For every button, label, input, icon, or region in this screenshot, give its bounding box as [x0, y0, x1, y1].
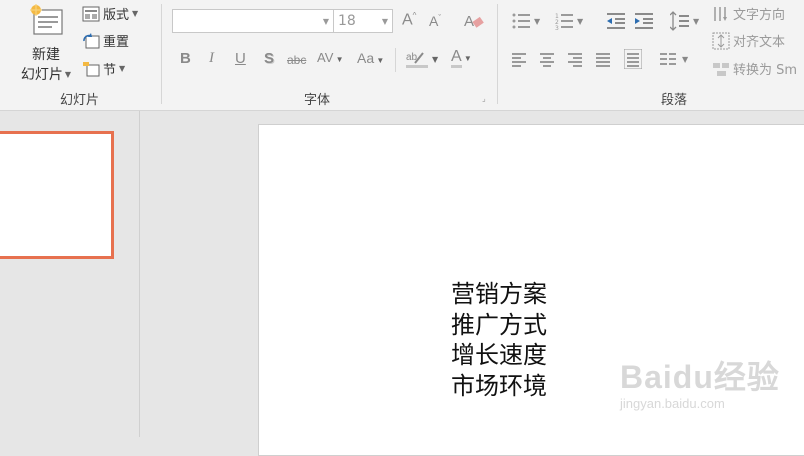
chevron-down-icon: ▼: [333, 55, 344, 64]
convert-smartart-label: 转换为 Sm: [733, 63, 798, 78]
align-text-button[interactable]: 对齐文本: [712, 31, 785, 50]
reset-label: 重置: [103, 35, 130, 50]
group-divider: [161, 4, 162, 104]
align-text-label: 对齐文本: [733, 35, 786, 50]
char-spacing-label: AV: [317, 50, 334, 65]
char-spacing-button[interactable]: AV ▼: [317, 50, 344, 65]
new-slide-label-1: 新建: [32, 47, 60, 63]
watermark-url: jingyan.baidu.com: [620, 396, 725, 411]
chevron-down-icon: ▼: [381, 17, 388, 26]
convert-smartart-button[interactable]: 转换为 Sm: [712, 59, 797, 78]
text-direction-label: 文字方向: [733, 8, 786, 23]
section-icon: [82, 61, 100, 77]
chevron-down-icon: ▼: [119, 64, 126, 73]
strikethrough-button[interactable]: abc: [287, 53, 306, 67]
line-spacing-icon[interactable]: ▼: [669, 11, 702, 35]
underline-button[interactable]: U: [235, 50, 246, 67]
distributed-icon[interactable]: [623, 48, 643, 73]
align-right-icon[interactable]: [568, 51, 584, 71]
paragraph-group-label: 段落: [661, 93, 688, 108]
svg-text:▼: ▼: [432, 55, 439, 64]
font-group-label: 字体: [304, 93, 331, 108]
numbering-icon[interactable]: 1 2 3 ▼: [555, 12, 587, 34]
text-direction-icon: [712, 5, 730, 23]
text-direction-button[interactable]: 文字方向: [712, 4, 785, 23]
shadow-button[interactable]: S: [264, 50, 274, 67]
align-left-icon[interactable]: [512, 51, 528, 71]
reset-icon: [82, 32, 100, 49]
slide-text-line: 营销方案: [451, 280, 547, 308]
chevron-down-icon: ▼: [461, 54, 472, 63]
grow-font-button[interactable]: A^: [402, 11, 416, 29]
bold-button[interactable]: B: [180, 50, 191, 67]
layout-button[interactable]: 版式 ▼: [82, 4, 138, 23]
highlight-icon[interactable]: ab ▼: [405, 48, 441, 70]
svg-text:3: 3: [555, 25, 559, 30]
svg-text:▼: ▼: [693, 17, 700, 26]
section-label: 节: [103, 63, 117, 78]
slide-text-box[interactable]: 营销方案 推广方式 增长速度 市场环境: [451, 279, 547, 401]
slides-group-label: 幻灯片: [60, 93, 100, 108]
change-case-button[interactable]: Aa ▼: [357, 50, 384, 66]
font-name-select[interactable]: ▼: [172, 9, 334, 33]
svg-text:▼: ▼: [682, 55, 689, 64]
svg-text:▼: ▼: [577, 17, 584, 26]
decrease-indent-icon[interactable]: [607, 12, 627, 34]
font-color-label: A: [451, 48, 462, 68]
font-size-value: 18: [338, 13, 356, 29]
font-dialog-launcher-icon[interactable]: ⌟: [482, 94, 486, 103]
section-button[interactable]: 节 ▼: [82, 59, 125, 78]
font-color-button[interactable]: A ▼: [451, 48, 472, 68]
change-case-label: Aa: [357, 50, 375, 66]
grow-font-label: A: [402, 11, 413, 29]
chevron-down-icon: ▼: [322, 17, 329, 26]
layout-icon: [82, 6, 100, 22]
chevron-down-icon: ▼: [132, 9, 139, 18]
shrink-font-label: A: [429, 13, 439, 29]
columns-icon[interactable]: ▼: [660, 51, 692, 71]
baidu-watermark: Baidu经验 jingyan.baidu.com: [620, 352, 780, 411]
group-divider: [497, 4, 498, 104]
svg-text:A: A: [464, 13, 474, 30]
svg-text:▼: ▼: [534, 17, 541, 26]
inner-divider: [395, 48, 396, 72]
align-center-icon[interactable]: [540, 51, 556, 71]
slide-text-line: 增长速度: [451, 341, 547, 369]
justify-icon[interactable]: [596, 51, 612, 71]
increase-indent-icon[interactable]: [635, 12, 655, 34]
chevron-down-icon: ▼: [64, 69, 72, 79]
font-size-select[interactable]: 18 ▼: [333, 9, 393, 33]
slide-thumbnail[interactable]: [0, 131, 114, 259]
clear-formatting-icon[interactable]: A: [464, 11, 484, 31]
italic-button[interactable]: I: [209, 50, 214, 67]
new-slide-icon: [28, 4, 64, 36]
slide-text-line: 推广方式: [451, 310, 547, 339]
layout-label: 版式: [103, 8, 130, 23]
ribbon: 新建 幻灯片 ▼ 版式 ▼ 重置 节 ▼ 幻灯片 ▼ 18 ▼ A^ Aˇ A …: [0, 0, 804, 111]
align-text-icon: [712, 32, 730, 50]
watermark-logo: Baidu经验: [620, 359, 780, 395]
chevron-down-icon: ▼: [374, 56, 385, 65]
bullets-icon[interactable]: ▼: [512, 12, 542, 34]
reset-button[interactable]: 重置: [82, 31, 129, 50]
smartart-icon: [712, 60, 730, 78]
slide-thumbnail-pane: [0, 111, 140, 437]
slide-text-line: 市场环境: [451, 371, 547, 400]
new-slide-button[interactable]: 新建 幻灯片 ▼: [14, 4, 78, 84]
new-slide-label-2: 幻灯片: [20, 67, 63, 83]
shrink-font-button[interactable]: Aˇ: [429, 13, 441, 29]
